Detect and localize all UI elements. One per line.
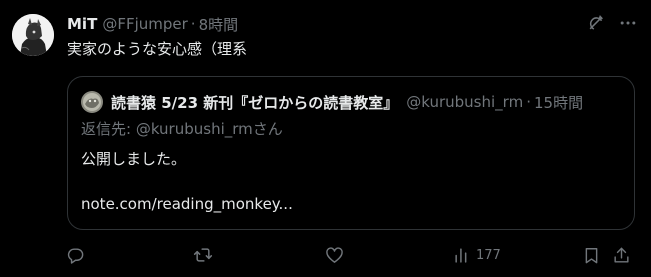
- tweet-timestamp[interactable]: 8時間: [199, 14, 239, 35]
- quoted-tweet[interactable]: 読書猿 5/23 新刊『ゼロからの読書教室』 @kurubushi_rm · 1…: [67, 76, 635, 230]
- reply-button[interactable]: [66, 241, 85, 269]
- retweet-icon: [193, 245, 213, 265]
- bookmark-button[interactable]: [582, 241, 601, 269]
- share-icon: [612, 246, 631, 265]
- quoted-handle[interactable]: @kurubushi_rm: [406, 93, 523, 111]
- author-handle[interactable]: @FFjumper: [102, 15, 187, 33]
- share-button[interactable]: [612, 241, 631, 269]
- top-actions: [585, 12, 639, 34]
- author-avatar[interactable]: [12, 14, 54, 56]
- views-count: 177: [476, 247, 501, 263]
- like-icon: [325, 246, 344, 265]
- tweet-text: 実家のような安心感（理系: [67, 40, 248, 58]
- quoted-link-text: note.com/reading_monkey...: [81, 195, 293, 213]
- quoted-header: 読書猿 5/23 新刊『ゼロからの読書教室』 @kurubushi_rm · 1…: [111, 90, 583, 114]
- bookmark-icon: [582, 246, 601, 265]
- views-button[interactable]: 177: [453, 241, 501, 269]
- quoted-author-avatar[interactable]: [81, 91, 103, 113]
- grok-icon[interactable]: [585, 12, 607, 34]
- quoted-body: 公開しました。 note.com/reading_monkey...: [81, 149, 293, 214]
- quoted-separator: ·: [526, 93, 531, 111]
- tweet-header: MiT @FFjumper · 8時間: [67, 13, 238, 35]
- author-display-name[interactable]: MiT: [67, 15, 97, 33]
- quoted-reply-to: 返信先: @kurubushi_rmさん: [81, 120, 283, 138]
- retweet-button[interactable]: [193, 241, 213, 269]
- quoted-display-name[interactable]: 読書猿 5/23 新刊『ゼロからの読書教室』: [111, 92, 398, 113]
- more-icon[interactable]: [617, 12, 639, 34]
- views-icon: [453, 246, 472, 265]
- like-button[interactable]: [325, 241, 344, 269]
- quoted-body-spacer: [81, 169, 293, 194]
- quoted-timestamp[interactable]: 15時間: [534, 92, 583, 113]
- action-bar: 177: [60, 241, 640, 269]
- header-separator: ·: [190, 15, 196, 33]
- reply-icon: [66, 246, 85, 265]
- tweet[interactable]: MiT @FFjumper · 8時間 実家のような安心感（理系 読書猿 5/2…: [0, 0, 651, 277]
- quoted-body-line: 公開しました。: [81, 150, 187, 168]
